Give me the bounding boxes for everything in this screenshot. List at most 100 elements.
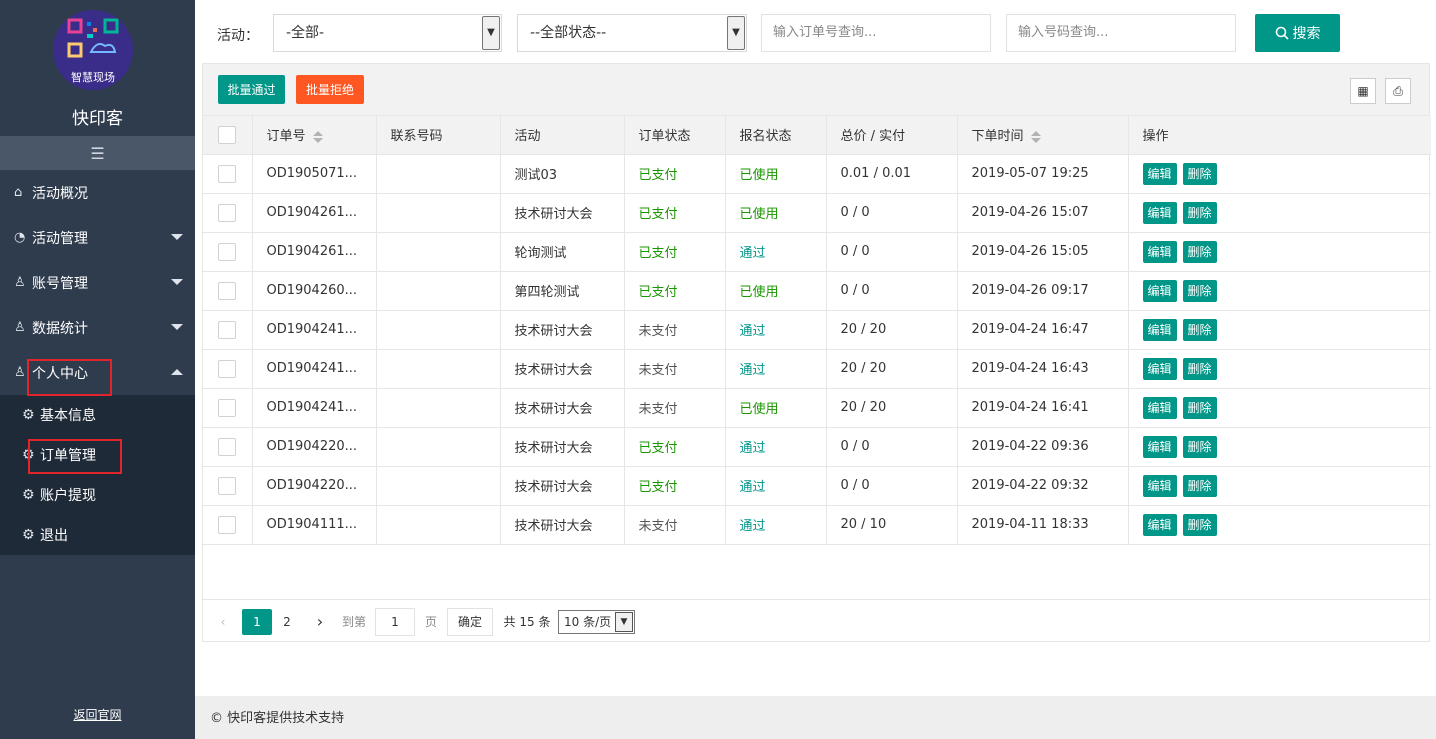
sort-icon[interactable] [1030, 130, 1041, 143]
row-checkbox[interactable] [218, 359, 236, 378]
cell-signup-status: 通过 [725, 349, 827, 389]
per-page-select[interactable]: 10 条/页 ▼ [558, 610, 635, 634]
row-checkbox[interactable] [218, 164, 236, 183]
row-checkbox-cell [203, 271, 253, 311]
delete-button[interactable]: 删除 [1182, 279, 1217, 302]
back-to-site-link[interactable]: 返回官网 [0, 706, 195, 723]
edit-button[interactable]: 编辑 [1142, 279, 1177, 302]
sidebar-item-label: 数据统计 [32, 320, 88, 337]
page-2-button[interactable]: 2 [279, 609, 295, 635]
collapse-menu-button[interactable]: ☰ [0, 136, 195, 170]
sort-icon[interactable] [312, 130, 323, 143]
sidebar-item-personal-center[interactable]: ♙ 个人中心 [0, 350, 195, 395]
row-checkbox[interactable] [218, 437, 236, 456]
sidebar-item-statistics[interactable]: ♙ 数据统计 [0, 305, 195, 350]
chevron-down-icon: ▼ [482, 16, 500, 50]
edit-button[interactable]: 编辑 [1142, 240, 1177, 263]
sidebar-subitem-withdraw[interactable]: ⚙ 账户提现 [0, 475, 195, 515]
row-checkbox[interactable] [218, 515, 236, 534]
delete-button[interactable]: 删除 [1182, 201, 1217, 224]
row-checkbox-cell [203, 310, 253, 350]
cell-order-no: OD1904241... [252, 388, 377, 428]
edit-button[interactable]: 编辑 [1142, 396, 1177, 419]
status-select[interactable]: --全部状态-- ▼ [517, 14, 747, 52]
cell-activity: 技术研讨大会 [500, 349, 625, 389]
sidebar-subitem-logout[interactable]: ⚙ 退出 [0, 515, 195, 555]
sidebar-item-activity-manage[interactable]: ◔ 活动管理 [0, 215, 195, 260]
table-row: OD1904261... 技术研讨大会 已支付 已使用 0 / 0 2019-04-26 … [203, 193, 1431, 233]
edit-button[interactable]: 编辑 [1142, 162, 1177, 185]
sidebar-subitem-order-manage[interactable]: ⚙ 订单管理 [0, 435, 195, 475]
delete-button[interactable]: 删除 [1182, 357, 1217, 380]
cell-order-no: OD1904260... [252, 271, 377, 311]
cell-signup-status: 已使用 [725, 154, 827, 194]
cell-price: 20 / 20 [826, 388, 958, 428]
batch-reject-button[interactable]: 批量拒绝 [296, 75, 364, 104]
cell-order-status: 未支付 [624, 388, 726, 428]
row-checkbox[interactable] [218, 320, 236, 339]
cell-order-status: 已支付 [624, 466, 726, 506]
edit-button[interactable]: 编辑 [1142, 474, 1177, 497]
edit-button[interactable]: 编辑 [1142, 513, 1177, 536]
delete-button[interactable]: 删除 [1182, 162, 1217, 185]
qr-logo-icon [67, 18, 119, 58]
header-label: 下单时间 [971, 129, 1024, 145]
phone-number-input[interactable]: 输入号码查询... [1006, 14, 1236, 52]
header-order-no[interactable]: 订单号 [252, 116, 377, 155]
cell-phone [376, 388, 501, 428]
search-icon [1275, 26, 1289, 40]
gear-icon: ⚙ [22, 527, 35, 543]
footer: © 快印客提供技术支持 [195, 696, 1436, 739]
order-number-input[interactable]: 输入订单号查询... [761, 14, 991, 52]
sidebar-item-label: 个人中心 [32, 365, 88, 382]
activity-select[interactable]: -全部- ▼ [273, 14, 502, 52]
edit-button[interactable]: 编辑 [1142, 435, 1177, 458]
row-checkbox[interactable] [218, 398, 236, 417]
edit-button[interactable]: 编辑 [1142, 201, 1177, 224]
delete-button[interactable]: 删除 [1182, 435, 1217, 458]
sidebar-item-label: 活动概况 [32, 185, 88, 202]
cell-price: 20 / 20 [826, 310, 958, 350]
print-button[interactable]: ⎙ [1385, 78, 1411, 104]
header-time[interactable]: 下单时间 [957, 116, 1129, 155]
table-row: OD1905071... 测试03 已支付 已使用 0.01 / 0.01 2019-05… [203, 154, 1431, 194]
sidebar-subitem-basic-info[interactable]: ⚙ 基本信息 [0, 395, 195, 435]
sidebar-item-overview[interactable]: ⌂ 活动概况 [0, 170, 195, 215]
row-checkbox[interactable] [218, 242, 236, 261]
cell-order-no: OD1904241... [252, 310, 377, 350]
cell-order-no: OD1904241... [252, 349, 377, 389]
prev-page-button[interactable]: ‹ [215, 609, 231, 635]
next-page-button[interactable]: › [312, 609, 328, 635]
select-all-checkbox[interactable] [218, 125, 236, 144]
delete-button[interactable]: 删除 [1182, 474, 1217, 497]
cell-phone [376, 310, 501, 350]
cell-ops: 编辑 删除 [1128, 388, 1431, 428]
cell-order-status: 已支付 [624, 193, 726, 233]
delete-button[interactable]: 删除 [1182, 396, 1217, 419]
cell-phone [376, 154, 501, 194]
cell-time: 2019-04-24 16:43 [957, 349, 1129, 389]
row-checkbox[interactable] [218, 203, 236, 222]
batch-pass-button[interactable]: 批量通过 [218, 75, 285, 104]
edit-button[interactable]: 编辑 [1142, 357, 1177, 380]
cell-price: 0 / 0 [826, 466, 958, 506]
columns-filter-button[interactable]: ▦ [1350, 78, 1376, 104]
search-button[interactable]: 搜索 [1255, 14, 1340, 52]
row-checkbox[interactable] [218, 476, 236, 495]
cell-signup-status: 已使用 [725, 388, 827, 428]
delete-button[interactable]: 删除 [1182, 318, 1217, 341]
cell-time: 2019-04-11 18:33 [957, 505, 1129, 545]
print-icon: ⎙ [1393, 83, 1403, 98]
page-1-button[interactable]: 1 [242, 609, 272, 635]
row-checkbox[interactable] [218, 281, 236, 300]
goto-page-input[interactable]: 1 [375, 608, 415, 636]
edit-button[interactable]: 编辑 [1142, 318, 1177, 341]
cell-ops: 编辑 删除 [1128, 232, 1431, 272]
table-row: OD1904261... 轮询测试 已支付 通过 0 / 0 2019-04-26 15:… [203, 232, 1431, 272]
gear-icon: ⚙ [22, 487, 35, 503]
grid-icon: ▦ [1357, 84, 1369, 98]
delete-button[interactable]: 删除 [1182, 240, 1217, 263]
delete-button[interactable]: 删除 [1182, 513, 1217, 536]
sidebar-item-account-manage[interactable]: ♙ 账号管理 [0, 260, 195, 305]
goto-confirm-button[interactable]: 确定 [447, 608, 493, 636]
